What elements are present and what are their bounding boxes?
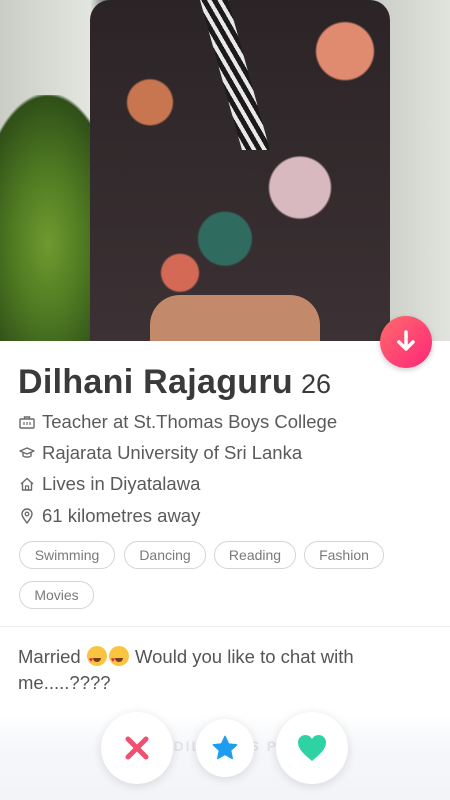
distance-text: 61 kilometres away xyxy=(42,505,201,526)
collapse-profile-button[interactable] xyxy=(380,316,432,368)
job-row: Teacher at St.Thomas Boys College xyxy=(18,411,337,433)
heart-eyes-emoji-icon xyxy=(108,646,129,674)
job-text: Teacher at St.Thomas Boys College xyxy=(42,411,338,432)
x-icon xyxy=(125,736,149,760)
heart-eyes-emoji-icon xyxy=(86,646,107,674)
briefcase-icon xyxy=(18,413,36,431)
profile-name: Dilhani Rajaguru xyxy=(18,363,293,401)
school-text: Rajarata University of Sri Lanka xyxy=(42,442,303,463)
arrow-down-icon xyxy=(397,330,415,351)
profile-age: 26 xyxy=(300,369,331,399)
interest-tag-reading: Reading xyxy=(214,541,296,569)
heart-icon xyxy=(298,735,326,761)
profile-bio: Married Would you like to chat with me..… xyxy=(18,644,428,696)
bio-text-prefix: Married xyxy=(18,646,81,667)
profile-photo[interactable] xyxy=(0,0,450,341)
distance-row: 61 kilometres away xyxy=(18,505,200,527)
graduation-cap-icon xyxy=(18,444,36,462)
photo-hands xyxy=(150,295,320,341)
interest-tag-movies: Movies xyxy=(19,581,94,609)
name-row: Dilhani Rajaguru 26 xyxy=(18,363,331,402)
interest-tag-fashion: Fashion xyxy=(304,541,384,569)
location-text: Lives in Diyatalawa xyxy=(42,473,201,494)
location-pin-icon xyxy=(18,507,36,525)
school-row: Rajarata University of Sri Lanka xyxy=(18,442,302,464)
interest-tag-dancing: Dancing xyxy=(124,541,206,569)
section-divider xyxy=(0,626,450,627)
nope-button[interactable] xyxy=(101,712,173,784)
location-row: Lives in Diyatalawa xyxy=(18,473,200,495)
like-button[interactable] xyxy=(276,712,348,784)
house-icon xyxy=(18,475,36,493)
super-like-button[interactable] xyxy=(196,719,254,777)
star-icon xyxy=(212,735,238,760)
interest-tag-swimming: Swimming xyxy=(19,541,115,569)
